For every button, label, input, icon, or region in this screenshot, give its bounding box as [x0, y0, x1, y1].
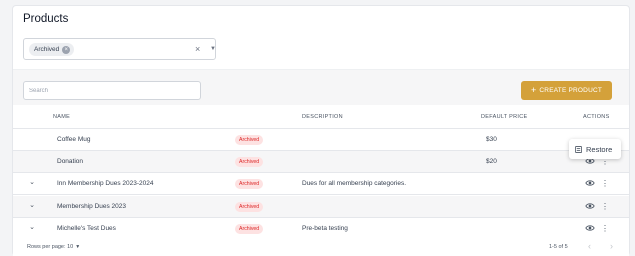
table-header: NAME DESCRIPTION DEFAULT PRICE ACTIONS	[13, 105, 629, 129]
chevron-down-icon[interactable]: ⌄	[26, 177, 38, 189]
rows-per-page-label: Rows per page:	[27, 244, 66, 250]
product-name: Coffee Mug	[57, 136, 91, 143]
product-name: Donation	[57, 158, 84, 166]
status-badge: Archived	[235, 179, 264, 190]
table-row[interactable]: ⌄ Inn Membership Dues 2023-2024 Archived Du…	[13, 173, 629, 196]
eye-icon[interactable]	[585, 178, 595, 188]
status-badge: Archived	[235, 201, 264, 212]
product-name: Membership Dues 2023	[57, 202, 127, 210]
close-icon[interactable]: ×	[195, 43, 200, 55]
product-price: $20	[486, 158, 497, 166]
next-page-icon[interactable]: ›	[610, 241, 613, 252]
search-input[interactable]	[23, 81, 201, 100]
plus-icon: +	[530, 85, 537, 95]
table-footer: Rows per page: 10 ▼ 1-5 of 5 ‹ ›	[13, 239, 629, 256]
column-header-actions: ACTIONS	[583, 114, 610, 120]
table-row[interactable]: ⌄ Membership Dues 2023 Archived ⋮	[13, 195, 629, 218]
status-filter-select[interactable]: Archived × × ▼	[23, 38, 216, 60]
product-name: Inn Membership Dues 2023-2024	[57, 180, 154, 188]
restore-menu-item[interactable]: Restore	[586, 145, 612, 154]
table-row[interactable]: Coffee Mug Archived $30	[13, 129, 629, 151]
column-header-name[interactable]: NAME	[53, 114, 70, 120]
eye-icon[interactable]	[585, 201, 595, 211]
column-header-description: DESCRIPTION	[302, 114, 343, 120]
more-vertical-icon[interactable]: ⋮	[601, 178, 609, 189]
caret-down-icon[interactable]: ▼	[210, 43, 216, 55]
eye-icon[interactable]	[585, 223, 595, 233]
status-badge: Archived	[235, 135, 264, 145]
rows-per-page-value: 10	[67, 244, 74, 250]
previous-page-icon[interactable]: ‹	[588, 241, 591, 252]
column-header-price: DEFAULT PRICE	[481, 114, 528, 120]
chevron-down-icon[interactable]: ⌄	[26, 200, 38, 212]
table-toolbar: + CREATE PRODUCT	[13, 69, 629, 105]
chevron-down-icon[interactable]: ⌄	[26, 222, 38, 234]
filter-chip-label: Archived	[34, 46, 60, 53]
product-description: Dues for all membership categories.	[302, 180, 407, 188]
close-circle-icon[interactable]: ×	[62, 45, 71, 54]
status-badge: Archived	[235, 157, 264, 168]
product-description: Pre-beta testing	[302, 224, 348, 232]
filter-chip-archived[interactable]: Archived ×	[29, 43, 75, 56]
create-product-label: CREATE PRODUCT	[539, 87, 603, 94]
product-name: Michelle's Test Dues	[57, 224, 116, 232]
more-vertical-icon[interactable]: ⋮	[601, 223, 609, 234]
more-vertical-icon[interactable]: ⋮	[601, 201, 609, 212]
row-actions-menu: Restore	[569, 139, 621, 159]
caret-down-icon: ▼	[75, 244, 81, 250]
page-title: Products	[23, 13, 69, 25]
table-row[interactable]: ⌄ Michelle's Test Dues Archived Pre-beta te…	[13, 217, 629, 240]
create-product-button[interactable]: + CREATE PRODUCT	[521, 81, 612, 100]
product-price: $30	[486, 136, 497, 143]
pagination-range: 1-5 of 5	[549, 244, 568, 250]
rows-per-page-select[interactable]: Rows per page: 10 ▼	[27, 244, 80, 250]
status-badge: Archived	[235, 223, 264, 234]
products-card: Products Archived × × ▼ + CREATE PRODUCT…	[12, 5, 630, 256]
table-row[interactable]: Donation Archived $20 ⋮	[13, 151, 629, 174]
restore-icon	[575, 145, 582, 153]
